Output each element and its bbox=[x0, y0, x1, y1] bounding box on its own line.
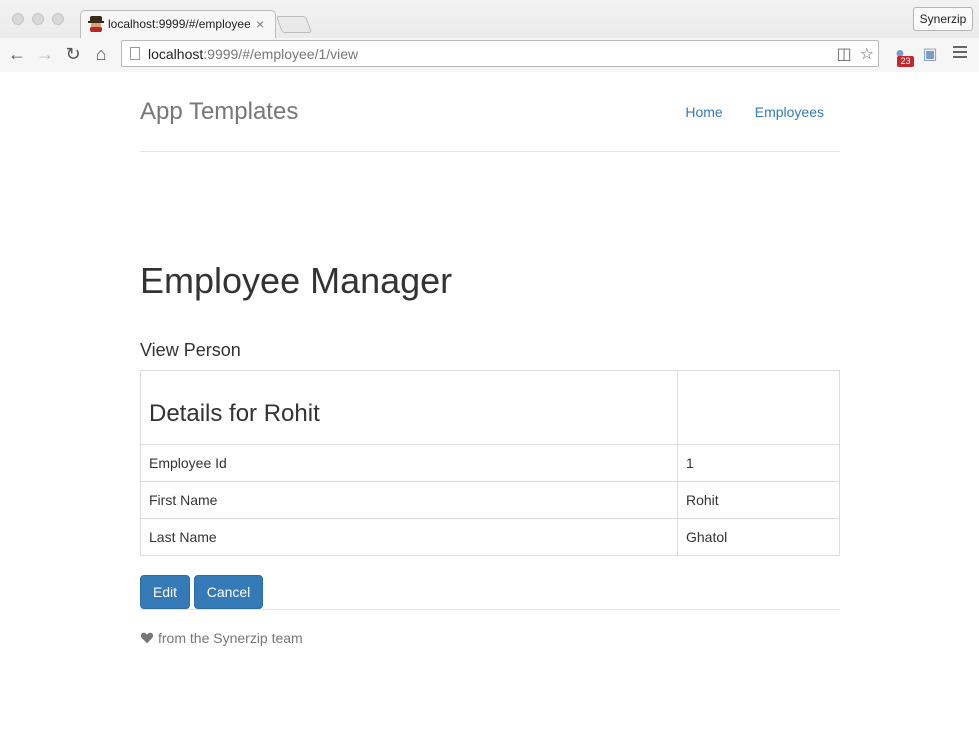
row-label: Last Name bbox=[140, 518, 678, 556]
action-buttons: Edit Cancel bbox=[140, 575, 263, 609]
address-bar[interactable]: localhost:9999/#/employee/1/view ◫ ☆ bbox=[121, 40, 879, 67]
page-title: Employee Manager bbox=[140, 260, 453, 301]
table-row: First Name Rohit bbox=[140, 481, 840, 519]
row-value: Rohit bbox=[677, 481, 840, 519]
page-icon bbox=[130, 47, 140, 60]
profile-button[interactable]: Synerzip bbox=[913, 7, 973, 31]
table-row: Employee Id 1 bbox=[140, 444, 840, 482]
extension-badge: 23 bbox=[897, 56, 914, 67]
row-label: Employee Id bbox=[140, 444, 678, 482]
minimize-window-icon[interactable] bbox=[32, 13, 44, 25]
tab-close-icon[interactable]: × bbox=[256, 16, 264, 32]
row-label: First Name bbox=[140, 481, 678, 519]
section-title: View Person bbox=[140, 340, 241, 360]
row-value: Ghatol bbox=[677, 518, 840, 556]
browser-menu-icon[interactable] bbox=[953, 46, 969, 60]
edit-button[interactable]: Edit bbox=[140, 575, 190, 609]
favicon-icon bbox=[88, 16, 104, 32]
tab-strip: localhost:9999/#/employee × Synerzip bbox=[0, 0, 979, 38]
url-host: localhost bbox=[148, 45, 204, 62]
tab-title: localhost:9999/#/employee bbox=[108, 17, 250, 31]
browser-toolbar: ← → ↻ ⌂ localhost:9999/#/employee/1/view… bbox=[0, 38, 979, 72]
back-arrow-icon[interactable]: ← bbox=[6, 43, 28, 65]
table-row: Last Name Ghatol bbox=[140, 518, 840, 556]
details-heading-cell: Details for Rohit bbox=[140, 370, 678, 445]
cancel-button[interactable]: Cancel bbox=[194, 575, 263, 609]
empty-header-cell bbox=[677, 370, 840, 445]
details-heading: Details for Rohit bbox=[149, 400, 320, 427]
bookmark-star-icon[interactable]: ☆ bbox=[860, 44, 874, 64]
nav-employees-link[interactable]: Employees bbox=[755, 104, 824, 120]
person-details-table: Details for Rohit Employee Id 1 First Na… bbox=[140, 370, 840, 556]
camera-icon[interactable]: ▣ bbox=[920, 44, 940, 64]
url-path: :9999/#/employee/1/view bbox=[203, 45, 359, 62]
browser-chrome: localhost:9999/#/employee × Synerzip ← →… bbox=[0, 0, 979, 72]
web-page: App Templates Home Employees Employee Ma… bbox=[0, 72, 979, 733]
site-header: App Templates Home Employees bbox=[140, 72, 840, 152]
page-source-icon[interactable]: ◫ bbox=[837, 44, 852, 64]
close-window-icon[interactable] bbox=[12, 13, 24, 25]
heart-icon bbox=[140, 632, 154, 644]
nav-home-link[interactable]: Home bbox=[685, 104, 722, 120]
brand-title[interactable]: App Templates bbox=[140, 98, 298, 126]
site-footer: from the Synerzip team bbox=[140, 609, 840, 646]
table-header-row: Details for Rohit bbox=[140, 370, 840, 445]
row-value: 1 bbox=[677, 444, 840, 482]
forward-arrow-icon[interactable]: → bbox=[34, 43, 56, 65]
new-tab-button[interactable] bbox=[275, 16, 313, 33]
top-nav: Home Employees bbox=[685, 104, 824, 120]
footer-text: from the Synerzip team bbox=[158, 630, 303, 646]
reload-icon[interactable]: ↻ bbox=[62, 43, 84, 65]
browser-tab-content[interactable]: localhost:9999/#/employee × bbox=[88, 12, 274, 36]
home-icon[interactable]: ⌂ bbox=[90, 43, 112, 65]
maximize-window-icon[interactable] bbox=[52, 13, 64, 25]
